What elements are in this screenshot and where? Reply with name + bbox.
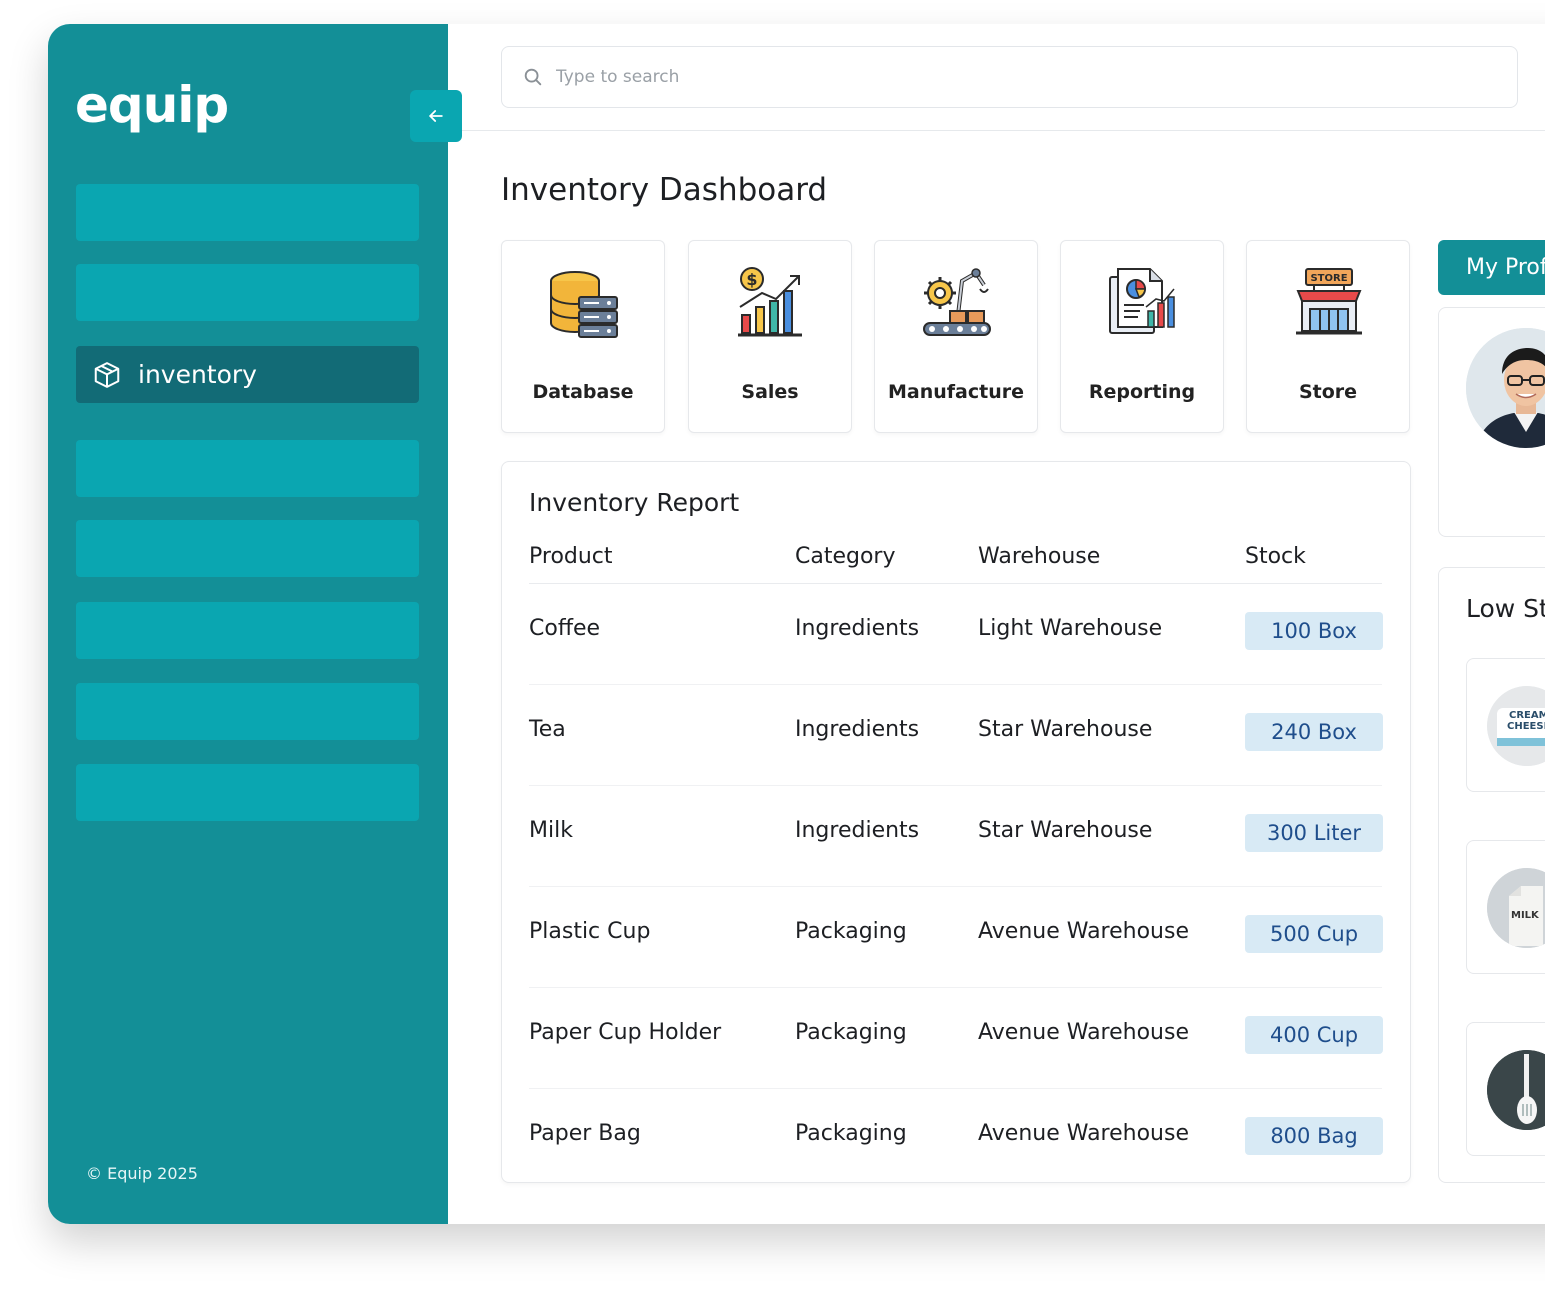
warehouse-cell: Avenue Warehouse	[978, 1121, 1189, 1146]
stock-badge: 800 Bag	[1245, 1117, 1383, 1155]
search-box[interactable]	[501, 46, 1518, 108]
low-stock-item[interactable]: CREAM CHEESE	[1466, 658, 1545, 792]
search-icon	[522, 66, 544, 88]
arrow-left-icon	[426, 106, 446, 126]
thumbnail-label: CREAM	[1509, 710, 1545, 721]
product-thumbnail	[1487, 1050, 1545, 1130]
quick-link-manufacture[interactable]: Manufacture	[874, 240, 1038, 433]
brand-logo[interactable]: equip	[75, 76, 229, 134]
page-title: Inventory Dashboard	[501, 172, 828, 208]
stock-badge: 100 Box	[1245, 612, 1383, 650]
thumbnail-label: MILK	[1511, 910, 1539, 921]
table-header: Product Category Warehouse Stock	[529, 544, 1382, 584]
table-row[interactable]: Coffee Ingredients Light Warehouse 100 B…	[529, 584, 1383, 685]
category-cell: Ingredients	[795, 616, 920, 641]
profile-card	[1438, 307, 1545, 537]
product-cell: Coffee	[529, 616, 601, 641]
copyright-text: © Equip 2025	[86, 1164, 198, 1183]
app-window: equip inventory © Equip 2025 Type to sea…	[48, 24, 1545, 1224]
main-content: Inventory Dashboard Database	[448, 24, 1545, 1224]
sales-chart-icon: $	[736, 267, 806, 339]
column-header-category[interactable]: Category	[795, 544, 896, 569]
warehouse-cell: Star Warehouse	[978, 818, 1153, 843]
inventory-report-card: Inventory Report Product Category Wareho…	[501, 461, 1411, 1183]
column-header-warehouse[interactable]: Warehouse	[978, 544, 1100, 569]
category-cell: Packaging	[795, 919, 907, 944]
table-row[interactable]: Tea Ingredients Star Warehouse 240 Box	[529, 685, 1383, 786]
category-cell: Packaging	[795, 1121, 907, 1146]
table-row[interactable]: Milk Ingredients Star Warehouse 300 Lite…	[529, 786, 1383, 887]
search-input[interactable]	[554, 66, 1454, 88]
stock-badge: 240 Box	[1245, 713, 1383, 751]
low-stock-item[interactable]: MILK	[1466, 840, 1545, 974]
top-bar	[448, 24, 1545, 131]
avatar[interactable]	[1466, 328, 1545, 448]
database-icon	[549, 267, 619, 339]
sidebar-item-4[interactable]	[76, 440, 419, 497]
sidebar-item-7[interactable]	[76, 683, 419, 740]
quick-link-label: Sales	[741, 381, 799, 403]
sidebar-item-6[interactable]	[76, 602, 419, 659]
sidebar-item-5[interactable]	[76, 520, 419, 577]
low-stock-item[interactable]	[1466, 1022, 1545, 1156]
collapse-sidebar-button[interactable]	[410, 90, 462, 142]
store-icon: STORE	[1294, 267, 1364, 339]
product-cell: Paper Bag	[529, 1121, 641, 1146]
category-cell: Ingredients	[795, 717, 920, 742]
sidebar: equip inventory © Equip 2025	[48, 24, 448, 1224]
factory-robot-icon	[922, 267, 992, 339]
quick-link-store[interactable]: STORE Store	[1246, 240, 1410, 433]
warehouse-cell: Avenue Warehouse	[978, 1020, 1189, 1045]
stock-badge: 400 Cup	[1245, 1016, 1383, 1054]
quick-link-database[interactable]: Database	[501, 240, 665, 433]
quick-link-label: Manufacture	[888, 381, 1024, 403]
column-header-stock[interactable]: Stock	[1245, 544, 1306, 569]
stock-badge: 300 Liter	[1245, 814, 1383, 852]
quick-link-reporting[interactable]: Reporting	[1060, 240, 1224, 433]
low-stock-title: Low St	[1466, 594, 1545, 623]
product-cell: Tea	[529, 717, 566, 742]
warehouse-cell: Light Warehouse	[978, 616, 1163, 641]
sidebar-item-1[interactable]	[76, 184, 419, 241]
product-cell: Plastic Cup	[529, 919, 651, 944]
sidebar-item-label: inventory	[138, 360, 257, 389]
low-stock-card: Low St CREAM CHEESE	[1438, 567, 1545, 1183]
svg-text:STORE: STORE	[1310, 273, 1347, 284]
warehouse-cell: Avenue Warehouse	[978, 919, 1189, 944]
product-cell: Milk	[529, 818, 573, 843]
warehouse-cell: Star Warehouse	[978, 717, 1153, 742]
sidebar-item-8[interactable]	[76, 764, 419, 821]
box-icon	[92, 360, 122, 390]
product-thumbnail: CREAM CHEESE	[1487, 686, 1545, 766]
stock-badge: 500 Cup	[1245, 915, 1383, 953]
category-cell: Ingredients	[795, 818, 920, 843]
product-cell: Paper Cup Holder	[529, 1020, 722, 1045]
table-row[interactable]: Plastic Cup Packaging Avenue Warehouse 5…	[529, 887, 1383, 988]
column-header-product[interactable]: Product	[529, 544, 613, 569]
category-cell: Packaging	[795, 1020, 907, 1045]
product-thumbnail: MILK	[1487, 868, 1545, 948]
quick-link-label: Store	[1298, 381, 1358, 403]
report-title: Inventory Report	[529, 488, 740, 517]
table-row[interactable]: Paper Bag Packaging Avenue Warehouse 800…	[529, 1089, 1383, 1190]
svg-text:$: $	[746, 270, 757, 289]
quick-link-sales[interactable]: $ Sales	[688, 240, 852, 433]
sidebar-item-2[interactable]	[76, 264, 419, 321]
thumbnail-label: CHEESE	[1507, 721, 1545, 732]
sidebar-item-inventory[interactable]: inventory	[76, 346, 419, 403]
my-profile-button[interactable]: My Prof	[1438, 240, 1545, 295]
table-row[interactable]: Paper Cup Holder Packaging Avenue Wareho…	[529, 988, 1383, 1089]
quick-link-label: Database	[532, 381, 634, 403]
report-document-icon	[1108, 267, 1178, 339]
quick-link-label: Reporting	[1088, 381, 1196, 403]
